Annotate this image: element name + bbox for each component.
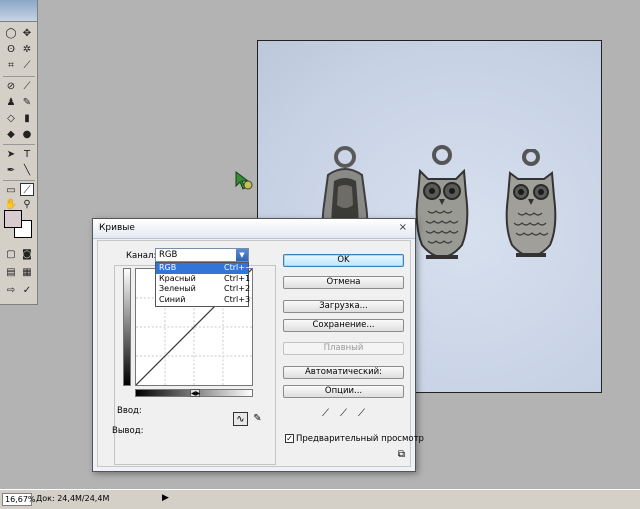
- output-gradient-bar: [123, 268, 131, 386]
- channel-dropdown: RGB Ctrl+~ Красный Ctrl+1 Зеленый Ctrl+2…: [155, 262, 252, 307]
- options-button[interactable]: Опции...: [283, 385, 404, 398]
- channel-option-red[interactable]: Красный Ctrl+1: [156, 274, 250, 285]
- jump-to-imageready-icon[interactable]: ⇨: [4, 284, 18, 297]
- move-tool-icon[interactable]: ✥: [20, 27, 34, 40]
- notes-tool-icon[interactable]: ▭: [4, 184, 18, 197]
- preview-checkbox[interactable]: ✓: [285, 434, 294, 443]
- cancel-button[interactable]: Отмена: [283, 276, 404, 289]
- screen-mode-1-icon[interactable]: ▤: [4, 266, 18, 279]
- curve-tool-icon[interactable]: ∿: [233, 412, 248, 426]
- toolbox-header[interactable]: [0, 0, 37, 22]
- channel-select-value: RGB: [159, 250, 178, 260]
- pencil-tool-icon[interactable]: ✎: [250, 412, 265, 426]
- ok-button[interactable]: OK: [283, 254, 404, 267]
- stamp-tool-icon[interactable]: ♟: [4, 96, 18, 109]
- status-bar: 16,67% Док: 24,4M/24,4M ▶: [0, 489, 640, 509]
- slice-tool-icon[interactable]: ⟋: [20, 59, 34, 72]
- pen-tool-icon[interactable]: ✒: [4, 164, 18, 177]
- black-eyedropper-icon[interactable]: ⟋: [318, 407, 333, 421]
- toolbox: ◯ ✥ ʘ ✲ ⌗ ⟋ ⊘ ⟋ ♟ ✎ ◇ ▮ ◆ ● ➤ T ✒ ╲ ▭ ⟋ …: [0, 0, 38, 305]
- gradient-toggle-icon[interactable]: ◀▶: [190, 389, 200, 397]
- auto-button[interactable]: Автоматический:: [283, 366, 404, 379]
- type-tool-icon[interactable]: T: [20, 148, 34, 161]
- status-menu-arrow-icon[interactable]: ▶: [162, 493, 169, 503]
- imageready-icon[interactable]: ✓: [20, 284, 34, 297]
- output-label: Вывод:: [112, 426, 144, 436]
- eyedropper-tool-icon[interactable]: ⟋: [20, 183, 34, 196]
- standard-mode-icon[interactable]: ▢: [4, 248, 18, 261]
- load-button[interactable]: Загрузка...: [283, 300, 404, 313]
- preview-label: Предварительный просмотр: [296, 434, 424, 444]
- dialog-title: Кривые: [99, 223, 135, 233]
- history-brush-icon[interactable]: ✎: [20, 96, 34, 109]
- save-button[interactable]: Сохранение...: [283, 319, 404, 332]
- marquee-tool-icon[interactable]: ◯: [4, 27, 18, 40]
- channel-option-green[interactable]: Зеленый Ctrl+2: [156, 284, 250, 295]
- move-cursor-icon: [235, 171, 253, 190]
- channel-option-rgb[interactable]: RGB Ctrl+~: [156, 263, 252, 274]
- input-gradient-bar: ◀▶: [135, 389, 253, 397]
- white-eyedropper-icon[interactable]: ⟋: [354, 407, 369, 421]
- path-select-icon[interactable]: ➤: [4, 148, 18, 161]
- channel-select[interactable]: RGB ▼: [155, 248, 249, 262]
- input-label: Ввод:: [117, 406, 142, 416]
- owl-charm-right-image: [505, 149, 557, 257]
- dialog-titlebar[interactable]: Кривые ×: [93, 219, 415, 239]
- owl-charm-front-image: [415, 145, 469, 259]
- quickmask-mode-icon[interactable]: ◙: [20, 248, 34, 261]
- expand-dialog-icon[interactable]: ⧉: [394, 448, 409, 462]
- chevron-down-icon[interactable]: ▼: [236, 249, 248, 261]
- blur-tool-icon[interactable]: ◆: [4, 128, 18, 141]
- healing-brush-icon[interactable]: ⊘: [4, 80, 18, 93]
- magic-wand-icon[interactable]: ✲: [20, 43, 34, 56]
- lasso-tool-icon[interactable]: ʘ: [4, 43, 18, 56]
- document-size-info: Док: 24,4M/24,4M: [36, 494, 110, 503]
- close-icon[interactable]: ×: [399, 222, 407, 233]
- crop-tool-icon[interactable]: ⌗: [4, 59, 18, 72]
- foreground-color-swatch[interactable]: [4, 210, 22, 228]
- line-tool-icon[interactable]: ╲: [20, 164, 34, 177]
- smooth-button[interactable]: Плавный: [283, 342, 404, 355]
- gradient-tool-icon[interactable]: ▮: [20, 112, 34, 125]
- eraser-tool-icon[interactable]: ◇: [4, 112, 18, 125]
- channel-label: Канал:: [126, 251, 157, 261]
- dodge-tool-icon[interactable]: ●: [20, 128, 34, 141]
- zoom-tool-icon[interactable]: ⚲: [20, 198, 34, 211]
- channel-option-blue[interactable]: Синий Ctrl+3: [156, 295, 250, 306]
- brush-tool-icon[interactable]: ⟋: [20, 80, 34, 93]
- gray-eyedropper-icon[interactable]: ⟋: [336, 407, 351, 421]
- zoom-level-field[interactable]: 16,67%: [2, 493, 36, 506]
- screen-mode-2-icon[interactable]: ▦: [20, 266, 34, 279]
